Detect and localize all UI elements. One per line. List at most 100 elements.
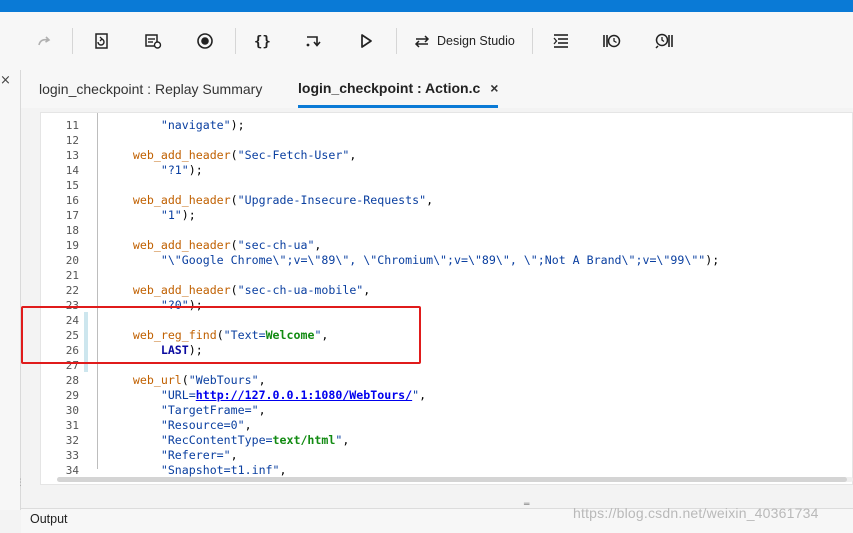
tab-label: login_checkpoint : Action.c [298, 79, 481, 96]
line-number: 32 [65, 434, 79, 447]
code-line[interactable]: 32 "RecContentType=text/html", [41, 433, 841, 448]
editor-tabs: login_checkpoint : Replay Summary login_… [21, 70, 853, 108]
line-number: 18 [65, 224, 79, 237]
left-panel-edge: × ⋮ [0, 70, 25, 510]
code-line[interactable]: 17 "1"); [41, 208, 841, 223]
panel-resize-handle[interactable]: ⋮ [16, 478, 25, 488]
run-icon[interactable] [355, 28, 377, 54]
code-token: ( [230, 148, 238, 162]
code-text: "Resource=0", [105, 418, 252, 433]
code-token: "WebTours" [188, 373, 259, 387]
code-token: ); [181, 208, 196, 222]
code-token: ( [181, 373, 189, 387]
code-line[interactable]: 22 web_add_header("sec-ch-ua-mobile", [41, 283, 841, 298]
code-text: "URL=http://127.0.0.1:1080/WebTours/", [105, 388, 426, 403]
code-editor[interactable]: 11 "navigate"); 12 13 web_add_header("Sec-… [40, 112, 853, 485]
code-line[interactable]: 18 [41, 223, 841, 238]
code-line[interactable]: 31 "Resource=0", [41, 418, 841, 433]
line-number: 13 [65, 149, 79, 162]
line-number: 14 [65, 164, 79, 177]
code-token: "Resource=0" [160, 418, 245, 432]
code-text: "TargetFrame=", [105, 403, 266, 418]
toolbar-separator [396, 28, 397, 54]
record-icon[interactable] [194, 28, 216, 54]
code-line[interactable]: 19 web_add_header("sec-ch-ua", [41, 238, 841, 253]
code-text: web_url("WebTours", [105, 373, 266, 388]
code-line[interactable]: 33 "Referer=", [41, 448, 841, 463]
code-token: web_url [132, 373, 182, 387]
code-token: , [426, 193, 434, 207]
code-line[interactable]: 20 "\"Google Chrome\";v=\"89\", \"Chromi… [41, 253, 841, 268]
step-icon[interactable] [302, 28, 324, 54]
code-line[interactable]: 13 web_add_header("Sec-Fetch-User", [41, 148, 841, 163]
code-line[interactable]: 16 web_add_header("Upgrade-Insecure-Requ… [41, 193, 841, 208]
highlight-box [21, 306, 421, 364]
outline-list-icon[interactable] [550, 28, 572, 54]
compile-icon[interactable]: {} [251, 28, 273, 54]
scrollbar-thumb[interactable] [57, 477, 847, 482]
close-panel-icon[interactable]: × [0, 73, 11, 88]
line-number: 21 [65, 269, 79, 282]
code-line[interactable]: 28 web_url("WebTours", [41, 373, 841, 388]
code-line[interactable]: 15 [41, 178, 841, 193]
code-line[interactable]: 29 "URL=http://127.0.0.1:1080/WebTours/"… [41, 388, 841, 403]
code-line[interactable]: 14 "?1"); [41, 163, 841, 178]
code-line[interactable]: 30 "TargetFrame=", [41, 403, 841, 418]
code-line[interactable]: 11 "navigate"); [41, 118, 841, 133]
code-text: "1"); [105, 208, 196, 223]
runtime-settings-button[interactable] [142, 28, 164, 54]
code-text: web_add_header("Upgrade-Insecure-Request… [105, 193, 433, 208]
toolbar: {} Design Studio [0, 12, 853, 71]
tab-action-c[interactable]: login_checkpoint : Action.c × [298, 70, 499, 108]
line-number: 12 [65, 134, 79, 147]
code-token: , [230, 448, 238, 462]
code-token: , [342, 433, 350, 447]
code-token: , [363, 283, 371, 297]
horizontal-scrollbar[interactable] [57, 475, 853, 483]
code-token: ( [230, 238, 238, 252]
code-token: , [314, 238, 322, 252]
code-token: "RecContentType= [160, 433, 273, 447]
code-token: "sec-ch-ua" [237, 238, 315, 252]
line-number: 11 [65, 119, 79, 132]
code-token: , [258, 403, 266, 417]
toolbar-separator [235, 28, 236, 54]
code-token: "\"Google Chrome\";v=\"89\", \"Chromium\… [160, 253, 706, 267]
code-token: ); [188, 163, 203, 177]
line-number: 22 [65, 284, 79, 297]
watermark: https://blog.csdn.net/weixin_40361734 [573, 505, 819, 521]
line-number: 15 [65, 179, 79, 192]
close-tab-icon[interactable]: × [490, 80, 498, 96]
show-snapshot-icon[interactable] [653, 28, 675, 54]
design-studio-button[interactable]: Design Studio [413, 28, 523, 54]
tab-label: login_checkpoint : Replay Summary [39, 81, 263, 97]
line-number: 16 [65, 194, 79, 207]
code-line[interactable]: 12 [41, 133, 841, 148]
code-line[interactable]: 21 [41, 268, 841, 283]
line-number: 17 [65, 209, 79, 222]
code-token: "Upgrade-Insecure-Requests" [237, 193, 427, 207]
code-token: ); [230, 118, 245, 132]
tab-replay-summary[interactable]: login_checkpoint : Replay Summary [39, 70, 262, 108]
code-token: ( [230, 193, 238, 207]
code-token: "Referer=" [160, 448, 231, 462]
regenerate-script-button[interactable] [90, 28, 112, 54]
design-studio-label: Design Studio [437, 34, 515, 48]
code-token: "?1" [160, 163, 189, 177]
line-number: 30 [65, 404, 79, 417]
replay-history-icon[interactable] [601, 28, 623, 54]
code-token: "navigate" [160, 118, 231, 132]
line-number: 20 [65, 254, 79, 267]
code-token: web_add_header [132, 193, 231, 207]
redo-icon[interactable] [34, 28, 54, 54]
code-token: ( [230, 283, 238, 297]
code-token: text/html [272, 433, 336, 447]
